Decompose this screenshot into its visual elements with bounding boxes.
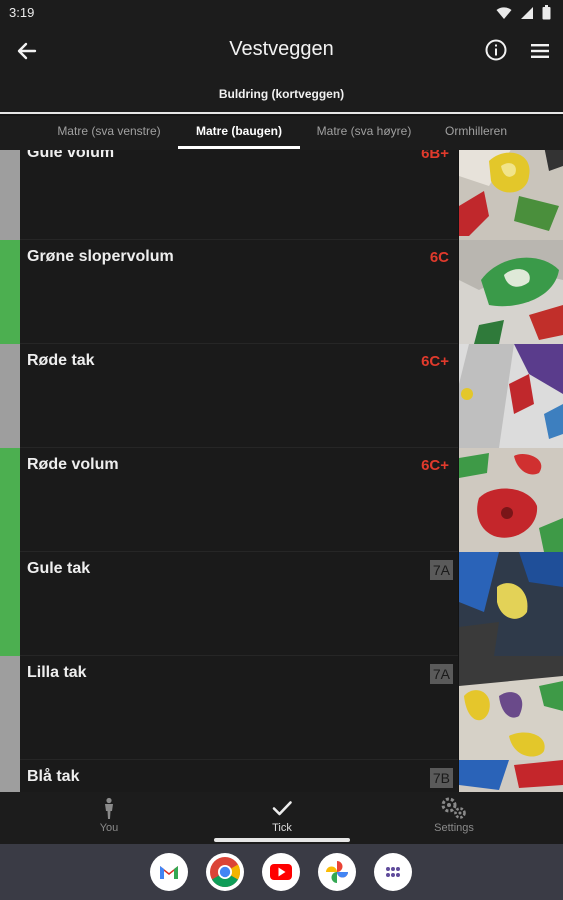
wifi-icon [496,6,512,20]
route-color-stripe [0,344,20,448]
route-body[interactable]: Blå tak 7B [20,760,458,792]
route-photo[interactable] [459,344,563,448]
route-color-stripe [0,760,20,792]
route-photo[interactable] [459,150,563,240]
tab-matre-sva-venstre[interactable]: Matre (sva venstre) [48,116,170,150]
route-row[interactable]: Blå tak 7B [0,760,563,792]
system-dock [0,844,563,900]
route-body[interactable]: Røde tak 6C+ [20,344,458,448]
battery-icon [542,5,551,20]
route-color-stripe [0,552,20,656]
section-header: Buldring (kortveggen) [0,76,563,114]
active-tab-indicator [178,146,300,149]
route-row[interactable]: Gule tak 7A [0,552,563,656]
route-color-stripe [0,240,20,344]
signal-icon [520,6,534,20]
app-bar: Vestveggen [0,26,563,76]
photos-icon[interactable] [318,853,356,891]
route-photo[interactable] [459,656,563,760]
route-name: Gule tak [27,560,91,577]
status-bar: 3:19 [0,0,563,26]
back-arrow-icon[interactable] [14,38,40,64]
route-grade: 6C+ [421,457,449,474]
route-name: Lilla tak [27,664,87,681]
info-icon[interactable] [484,38,508,62]
route-color-stripe [0,448,20,552]
route-row[interactable]: Røde volum 6C+ [0,448,563,552]
route-photo[interactable] [459,240,563,344]
chrome-icon[interactable] [206,853,244,891]
nav-label-settings: Settings [434,822,474,834]
check-icon [222,796,342,820]
route-photo[interactable] [459,552,563,656]
route-color-stripe [0,150,20,240]
nav-settings[interactable]: Settings [394,796,514,834]
status-time: 3:19 [9,5,35,20]
section-title: Buldring (kortveggen) [218,87,345,101]
route-grade: 6B+ [421,150,449,162]
route-name: Røde tak [27,352,95,369]
route-name: Gule volum [27,150,115,161]
gears-icon [394,796,514,820]
tab-ormhilleren[interactable]: Ormhilleren [430,116,522,150]
route-grade: 6C [429,249,449,266]
route-body[interactable]: Gule tak 7A [20,552,458,656]
nav-you[interactable]: You [49,796,169,834]
route-grade: 7A [429,664,453,684]
route-grade: 6C+ [421,353,449,370]
person-icon [49,796,169,820]
nav-tick[interactable]: Tick [222,796,342,834]
page-title: Vestveggen [229,38,334,60]
youtube-icon[interactable] [262,853,300,891]
gmail-icon[interactable] [150,853,188,891]
route-grade: 7A [429,560,453,580]
route-photo[interactable] [459,760,563,792]
route-body[interactable]: Lilla tak 7A [20,656,458,760]
active-nav-indicator [214,838,350,842]
route-color-stripe [0,656,20,760]
route-grade: 7B [429,768,453,788]
tab-bar: Matre (sva venstre) Matre (baugen) Matre… [0,116,563,150]
route-list[interactable]: Gule volum 6B+ Grøne slopervolum 6C Røde… [0,150,563,792]
bottom-navigation: You Tick Settings [0,792,563,844]
nav-label-you: You [99,822,119,834]
app-drawer-icon[interactable] [374,853,412,891]
tab-matre-sva-hoyre[interactable]: Matre (sva høyre) [306,116,422,150]
route-row[interactable]: Grøne slopervolum 6C [0,240,563,344]
route-row[interactable]: Lilla tak 7A [0,656,563,760]
tab-matre-baugen[interactable]: Matre (baugen) [178,116,300,150]
route-body[interactable]: Røde volum 6C+ [20,448,458,552]
route-name: Blå tak [27,768,80,785]
status-icons [496,5,551,20]
menu-icon[interactable] [528,39,552,63]
route-row[interactable]: Røde tak 6C+ [0,344,563,448]
route-name: Grøne slopervolum [27,248,174,265]
route-name: Røde volum [27,456,119,473]
nav-label-tick: Tick [272,822,292,834]
route-row[interactable]: Gule volum 6B+ [0,150,563,240]
route-body[interactable]: Gule volum 6B+ [20,150,458,240]
route-photo[interactable] [459,448,563,552]
route-body[interactable]: Grøne slopervolum 6C [20,240,458,344]
